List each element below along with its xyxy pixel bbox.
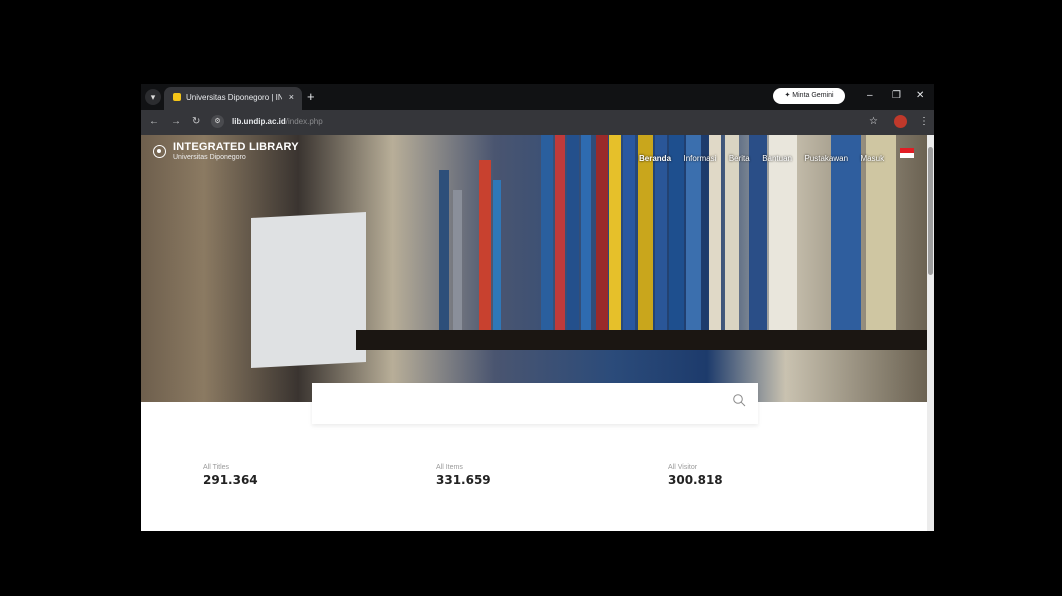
minimize-button[interactable]: – [867,89,873,103]
stat-value: 291.364 [203,473,258,487]
forward-icon[interactable]: → [171,116,181,128]
address-bar[interactable]: ⚙ lib.undip.ac.id/index.php [211,114,851,131]
stat-label: All Visitor [668,464,698,471]
language-flag-icon[interactable] [900,148,914,158]
bookmark-star-icon[interactable]: ☆ [869,116,878,128]
url-text: lib.undip.ac.id/index.php [232,116,323,128]
book-spine [609,135,621,330]
tab-close-icon[interactable]: × [289,87,294,108]
search-box [312,383,758,424]
book-spine [596,135,608,330]
nav-item-masuk[interactable]: Masuk [861,154,885,163]
menu-kebab-icon[interactable]: ⋮ [919,116,929,128]
tab-title: Universitas Diponegoro | INTE [186,93,282,102]
stat-all-items: All Items 331.659 [436,464,491,487]
site-info-icon[interactable]: ⚙ [211,115,224,128]
browser-toolbar: ← → ↻ ⚙ lib.undip.ac.id/index.php ☆ ⋮ [141,110,934,135]
book-spine [686,135,701,330]
tab-search-icon[interactable]: ▾ [145,89,161,105]
book-spine [555,135,565,330]
university-logo-icon[interactable] [153,145,166,158]
new-tab-button[interactable]: + [307,87,315,107]
hero-whiteboard [251,211,366,369]
book-spine [709,135,721,330]
hero-shelf [356,330,927,350]
book-spine [439,170,449,330]
site-subtitle: Universitas Diponegoro [173,154,246,161]
book-spine [623,135,635,330]
stat-all-titles: All Titles 291.364 [203,464,258,487]
book-spine [581,135,591,330]
stat-value: 331.659 [436,473,491,487]
book-spine [541,135,553,330]
tab-strip: ▾ Universitas Diponegoro | INTE × + ✦ Mi… [141,84,934,110]
reload-icon[interactable]: ↻ [192,116,200,128]
nav-item-bantuan[interactable]: Bantuan [762,154,792,163]
stat-value: 300.818 [668,473,723,487]
close-window-button[interactable]: ✕ [916,89,924,103]
main-nav: Beranda Informasi Berita Bantuan Pustaka… [639,148,892,163]
back-icon[interactable]: ← [149,116,159,128]
book-spine [479,160,491,330]
url-path: /index.php [285,117,323,126]
favicon-icon [173,93,181,101]
book-spine [567,135,579,330]
hero-banner: INTEGRATED LIBRARY Universitas Diponegor… [141,135,927,402]
gemini-label: Minta Gemini [792,92,834,99]
nav-item-pustakawan[interactable]: Pustakawan [804,154,848,163]
book-spine [493,180,501,330]
nav-item-beranda[interactable]: Beranda [639,154,671,163]
search-input[interactable] [320,393,724,415]
stat-all-visitor: All Visitor 300.818 [668,464,723,487]
book-spine [655,135,667,330]
stat-label: All Titles [203,464,230,471]
url-host: lib.undip.ac.id [232,117,286,126]
nav-item-informasi[interactable]: Informasi [683,154,716,163]
web-page: INTEGRATED LIBRARY Universitas Diponegor… [141,135,927,531]
page-scrollbar[interactable] [927,135,934,531]
stat-label: All Items [436,464,463,471]
sparkle-icon: ✦ [784,92,791,99]
restore-button[interactable]: ❐ [892,89,901,103]
book-spine [769,135,797,330]
book-spine [866,135,896,330]
profile-avatar[interactable] [894,115,907,128]
book-spine [453,190,462,330]
tab-active[interactable]: Universitas Diponegoro | INTE × [164,87,302,110]
gemini-button[interactable]: ✦ Minta Gemini [773,88,845,104]
site-title[interactable]: INTEGRATED LIBRARY [173,141,299,153]
book-spine [638,135,653,330]
scrollbar-thumb[interactable] [928,147,933,275]
nav-item-berita[interactable]: Berita [729,154,750,163]
search-icon[interactable] [732,393,746,407]
browser-window: ▾ Universitas Diponegoro | INTE × + ✦ Mi… [141,84,934,531]
